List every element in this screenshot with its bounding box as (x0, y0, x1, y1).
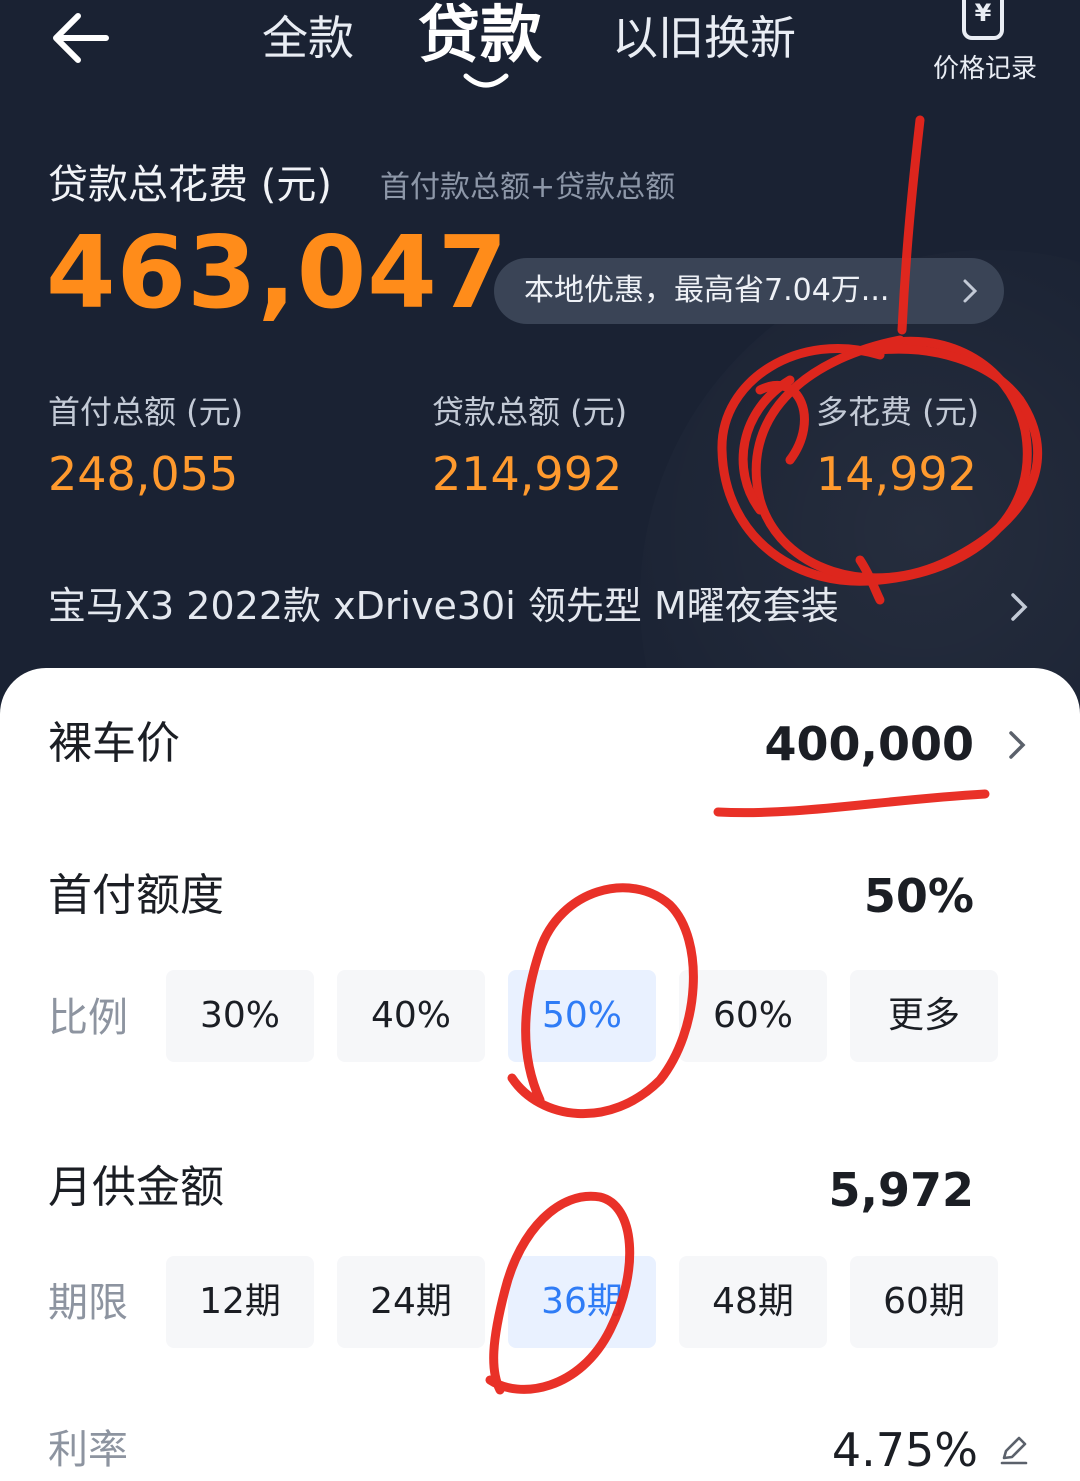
extra-cost: 多花费 (元) 14,992 (816, 392, 979, 502)
ratio-option-40[interactable]: 40% (337, 970, 485, 1062)
down-payment-total-label: 首付总额 (元) (48, 393, 244, 431)
chevron-right-icon[interactable] (1008, 730, 1026, 760)
interest-rate-value[interactable]: 4.75% (832, 1422, 978, 1478)
total-cost-label: 贷款总花费 (元) (48, 162, 332, 208)
ratio-label: 比例 (48, 995, 128, 1041)
edit-pencil-icon[interactable] (998, 1434, 1030, 1466)
extra-cost-label: 多花费 (元) (816, 393, 980, 431)
loan-calculator-screen: 全款 贷款 以旧换新 ¥ 价格记录 贷款总花费 (元) 首付款总额+贷款总额 4… (0, 0, 1080, 1481)
ratio-option-more[interactable]: 更多 (850, 970, 998, 1062)
term-option-48[interactable]: 48期 (679, 1256, 827, 1348)
loan-summary-header: 全款 贷款 以旧换新 ¥ 价格记录 贷款总花费 (元) 首付款总额+贷款总额 4… (0, 0, 1080, 720)
chevron-right-icon (963, 279, 978, 303)
down-payment-total: 首付总额 (元) 248,055 (48, 392, 243, 502)
ratio-option-60[interactable]: 60% (679, 970, 827, 1062)
monthly-payment-value: 5,972 (828, 1163, 974, 1217)
chevron-right-icon (1011, 593, 1028, 621)
interest-rate-label: 利率 (48, 1427, 128, 1473)
monthly-payment-label: 月供金额 (48, 1162, 224, 1213)
local-discount-button[interactable]: 本地优惠，最高省7.04万... (494, 258, 1004, 324)
extra-cost-value: 14,992 (816, 447, 977, 501)
back-arrow-icon[interactable] (44, 8, 124, 68)
total-cost-formula: 首付款总额+贷款总额 (380, 170, 676, 205)
term-option-24[interactable]: 24期 (337, 1256, 485, 1348)
total-cost-value: 463,047 (46, 214, 509, 331)
local-discount-text: 本地优惠，最高省7.04万... (524, 273, 890, 308)
loan-total: 贷款总额 (元) 214,992 (432, 392, 627, 502)
car-model-name: 宝马X3 2022款 xDrive30i 领先型 M曜夜套装 (48, 584, 839, 628)
bare-car-price-value[interactable]: 400,000 (764, 716, 974, 772)
bare-car-price-label: 裸车价 (48, 718, 180, 769)
down-payment-total-value: 248,055 (48, 447, 239, 501)
ratio-option-50[interactable]: 50% (508, 970, 656, 1062)
down-payment-value: 50% (863, 869, 974, 923)
price-record-label: 价格记录 (932, 54, 1037, 84)
tab-trade-in[interactable]: 以旧换新 (612, 8, 796, 68)
term-option-60[interactable]: 60期 (850, 1256, 998, 1348)
down-payment-label: 首付额度 (48, 870, 224, 921)
loan-settings-panel: 裸车价 400,000 首付额度 50% 比例 30% 40% 50% 60% … (0, 668, 1080, 1481)
ratio-option-30[interactable]: 30% (166, 970, 314, 1062)
top-navigation: 全款 贷款 以旧换新 ¥ 价格记录 (0, 0, 1080, 110)
loan-total-label: 贷款总额 (元) (432, 393, 628, 431)
active-tab-indicator (463, 73, 509, 88)
term-option-36[interactable]: 36期 (508, 1256, 656, 1348)
term-label: 期限 (48, 1280, 128, 1326)
loan-total-value: 214,992 (432, 447, 623, 501)
car-model-selector[interactable]: 宝马X3 2022款 xDrive30i 领先型 M曜夜套装 (48, 578, 1038, 638)
price-tag-icon: ¥ (962, 0, 1004, 40)
term-option-12[interactable]: 12期 (166, 1256, 314, 1348)
price-record-button[interactable]: ¥ 价格记录 (920, 0, 1050, 90)
tab-full-payment[interactable]: 全款 (262, 8, 354, 68)
tab-loan[interactable]: 贷款 (418, 0, 542, 70)
